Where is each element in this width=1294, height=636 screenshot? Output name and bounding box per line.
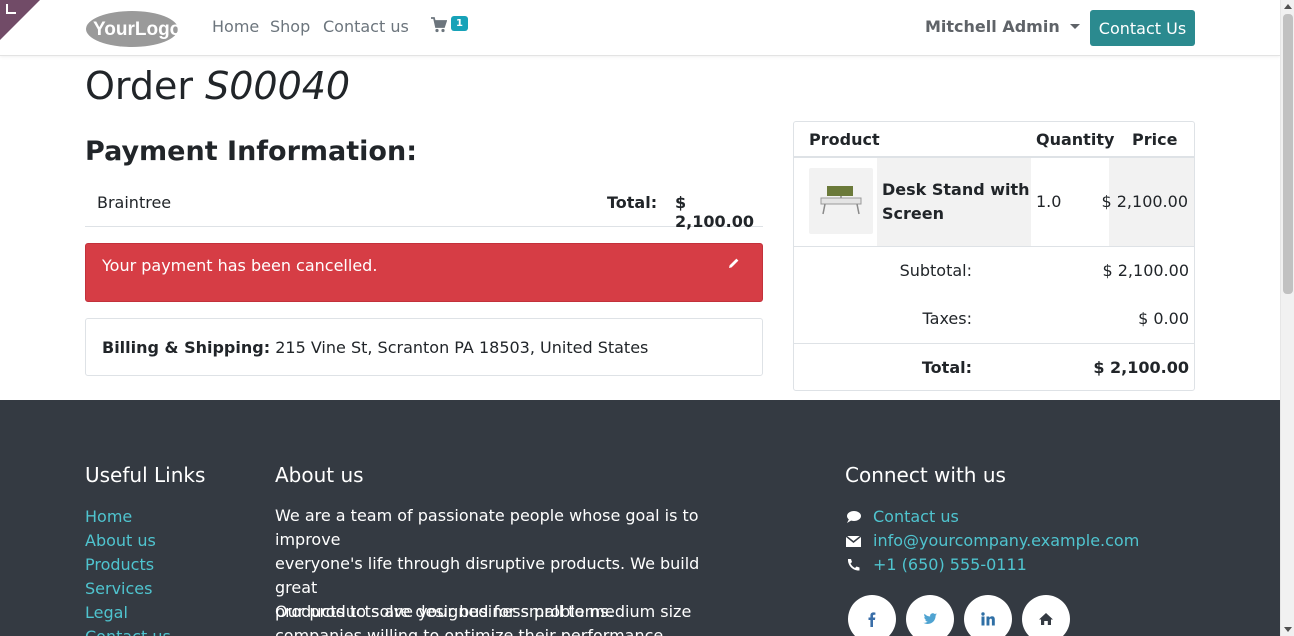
scroll-up-arrow-icon[interactable] bbox=[1284, 4, 1292, 9]
about-us-paragraph-2: Our products are designed for small to m… bbox=[275, 600, 745, 636]
shopping-cart-icon bbox=[431, 17, 448, 33]
payment-row: Braintree Total: $ 2,100.00 bbox=[85, 178, 763, 231]
caret-down-icon bbox=[1069, 24, 1080, 29]
summary-total-value: $ 2,100.00 bbox=[1093, 358, 1189, 377]
payment-info-title: Payment Information: bbox=[85, 136, 417, 167]
product-name[interactable]: Desk Stand with Screen bbox=[882, 178, 1030, 226]
col-header-product: Product bbox=[809, 130, 880, 149]
scroll-thumb[interactable] bbox=[1283, 14, 1293, 294]
connect-title: Connect with us bbox=[845, 463, 1006, 487]
user-menu-dropdown[interactable]: Mitchell Admin bbox=[925, 17, 1080, 36]
page: YourLogo Home Shop Contact us 1 Mitchell… bbox=[0, 0, 1280, 636]
product-price-cell: $ 2,100.00 bbox=[1101, 158, 1194, 246]
cart-count-badge: 1 bbox=[451, 16, 468, 31]
comment-icon bbox=[847, 511, 861, 523]
divider bbox=[794, 343, 1194, 344]
product-name-cell: Desk Stand with Screen bbox=[877, 158, 1031, 246]
order-title: Order S00040 bbox=[85, 64, 350, 108]
page-scrollbar[interactable] bbox=[1280, 0, 1294, 636]
twitter-icon bbox=[923, 613, 937, 624]
footer-link-home[interactable]: Home bbox=[85, 507, 132, 526]
nav-contact-us[interactable]: Contact us bbox=[323, 17, 409, 36]
payment-provider: Braintree bbox=[97, 193, 172, 212]
alert-message: Your payment has been cancelled. bbox=[102, 256, 378, 275]
payment-total-value: $ 2,100.00 bbox=[675, 193, 754, 231]
product-name-line1: Desk Stand with bbox=[882, 180, 1030, 199]
pencil-edit-icon[interactable] bbox=[728, 257, 740, 269]
subtotal-value: $ 2,100.00 bbox=[1102, 261, 1189, 280]
payment-cancelled-alert: Your payment has been cancelled. bbox=[85, 243, 763, 302]
order-title-prefix: Order bbox=[85, 64, 193, 108]
col-header-quantity: Quantity bbox=[1036, 130, 1115, 149]
product-image-cell bbox=[809, 168, 873, 234]
payment-total-label: Total: bbox=[607, 193, 658, 212]
footer-link-services[interactable]: Services bbox=[85, 579, 152, 598]
product-name-line2: Screen bbox=[882, 204, 944, 223]
about-line: everyone's life through disruptive produ… bbox=[275, 554, 700, 597]
about-line: companies willing to optimize their perf… bbox=[275, 626, 669, 636]
about-line: Our products are designed for small to m… bbox=[275, 602, 692, 621]
about-line: We are a team of passionate people whose… bbox=[275, 506, 699, 549]
linkedin-icon bbox=[981, 612, 995, 626]
phone-icon bbox=[847, 559, 860, 571]
footer: Useful Links Home About us Products Serv… bbox=[0, 400, 1280, 636]
envelope-icon bbox=[845, 535, 862, 547]
connect-email-link[interactable]: info@yourcompany.example.com bbox=[873, 531, 1139, 550]
product-quantity: 1.0 bbox=[1036, 192, 1062, 211]
scroll-down-arrow-icon[interactable] bbox=[1284, 627, 1292, 632]
twitter-button[interactable] bbox=[906, 595, 954, 636]
product-image[interactable] bbox=[817, 180, 865, 220]
taxes-label: Taxes: bbox=[922, 309, 972, 328]
home-button[interactable] bbox=[1022, 595, 1070, 636]
address-label: Billing & Shipping: bbox=[102, 338, 271, 357]
home-icon bbox=[1039, 613, 1053, 625]
nav-shop[interactable]: Shop bbox=[270, 17, 310, 36]
facebook-icon bbox=[868, 612, 876, 627]
connect-phone-link[interactable]: +1 (650) 555-0111 bbox=[873, 555, 1027, 574]
footer-link-about[interactable]: About us bbox=[85, 531, 156, 550]
contact-us-button[interactable]: Contact Us bbox=[1090, 10, 1195, 46]
divider bbox=[794, 246, 1194, 247]
corner-expand-icon bbox=[6, 4, 16, 14]
subtotal-label: Subtotal: bbox=[899, 261, 972, 280]
order-number: S00040 bbox=[205, 64, 351, 108]
footer-link-contact[interactable]: Contact us bbox=[85, 627, 171, 636]
col-header-price: Price bbox=[1132, 130, 1178, 149]
product-price: $ 2,100.00 bbox=[1101, 192, 1188, 211]
summary-total-label: Total: bbox=[921, 358, 972, 377]
facebook-button[interactable] bbox=[848, 595, 896, 636]
order-summary-card: Product Quantity Price Desk Stand with S… bbox=[793, 121, 1195, 391]
about-us-title: About us bbox=[275, 463, 364, 487]
linkedin-button[interactable] bbox=[964, 595, 1012, 636]
footer-link-products[interactable]: Products bbox=[85, 555, 154, 574]
billing-shipping-box: Billing & Shipping: 215 Vine St, Scranto… bbox=[85, 318, 763, 376]
footer-link-legal[interactable]: Legal bbox=[85, 603, 128, 622]
nav-home[interactable]: Home bbox=[212, 17, 259, 36]
cart-link[interactable] bbox=[431, 17, 448, 37]
navbar: YourLogo Home Shop Contact us 1 Mitchell… bbox=[0, 0, 1280, 56]
company-logo[interactable]: YourLogo bbox=[85, 10, 179, 48]
address-value: 215 Vine St, Scranton PA 18503, United S… bbox=[275, 338, 649, 357]
user-name: Mitchell Admin bbox=[925, 17, 1060, 36]
taxes-value: $ 0.00 bbox=[1138, 309, 1189, 328]
svg-text:YourLogo: YourLogo bbox=[93, 19, 179, 40]
connect-contact-link[interactable]: Contact us bbox=[873, 507, 959, 526]
useful-links-title: Useful Links bbox=[85, 463, 206, 487]
